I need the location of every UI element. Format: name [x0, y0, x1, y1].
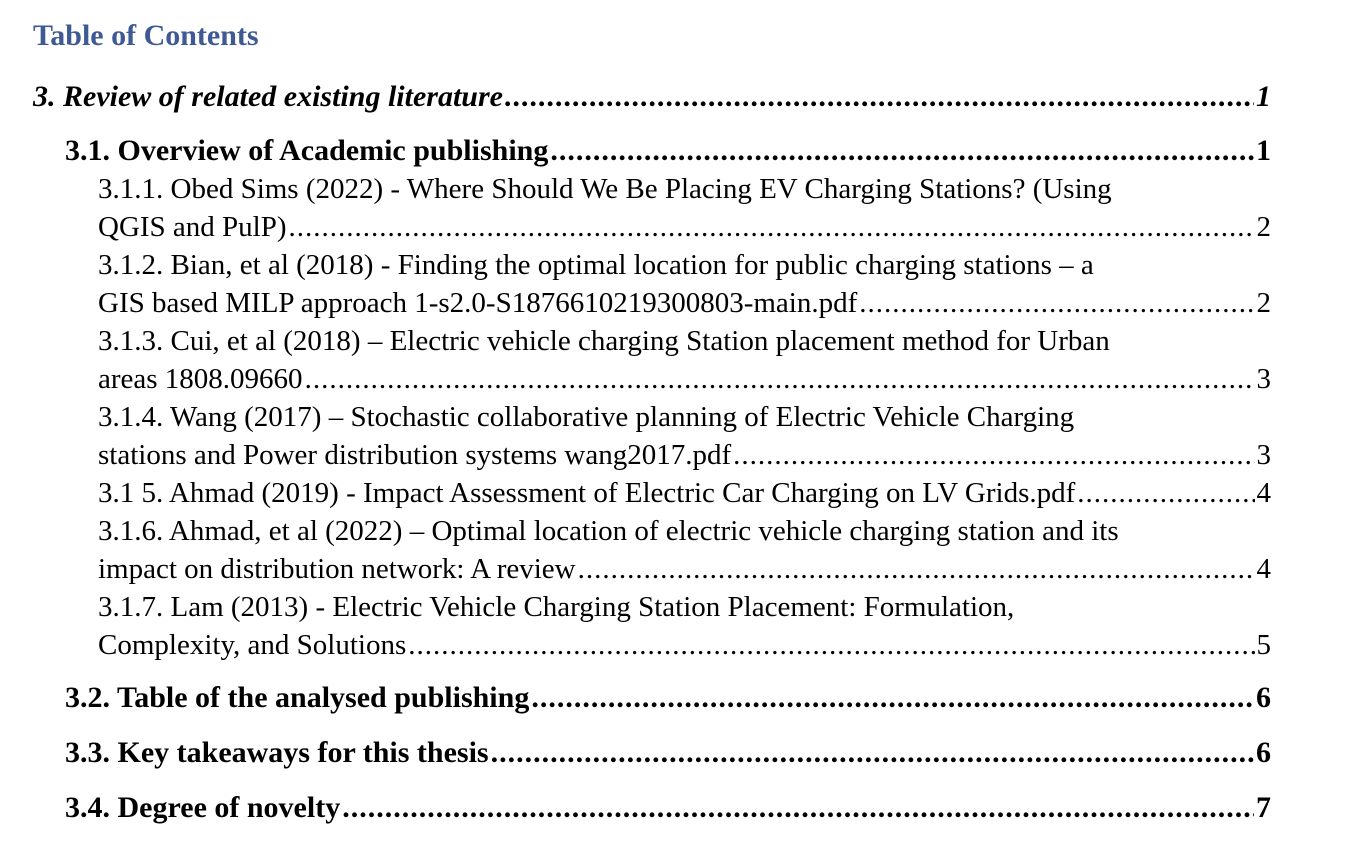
dot-leader	[578, 550, 1255, 588]
toc-entry-3-1-4[interactable]: 3.1.4. Wang (2017) – Stochastic collabor…	[98, 398, 1271, 474]
toc-entry-text-line1: 3.1.1. Obed Sims (2022) - Where Should W…	[98, 173, 1112, 205]
toc-entry-degree-of-novelty[interactable]: 3.4. Degree of novelty 7	[65, 789, 1271, 827]
toc-entry-text: 3.4. Degree of novelty	[65, 791, 341, 824]
toc-entry-3-1-5[interactable]: 3.1 5. Ahmad (2019) - Impact Assessment …	[98, 474, 1271, 512]
toc-page-number: 1	[1256, 134, 1271, 167]
toc-entry-text: areas 1808.09660	[98, 363, 303, 395]
toc-entry-text: stations and Power distribution systems …	[98, 439, 732, 471]
toc-entry-text: 3. Review of related existing literature	[33, 80, 503, 113]
toc-entry-text-line1: 3.1.3. Cui, et al (2018) – Electric vehi…	[98, 325, 1110, 357]
toc-entry-text: 3.2. Table of the analysed publishing	[65, 681, 530, 714]
toc-heading: Table of Contents	[33, 19, 259, 52]
toc-page-number: 6	[1256, 681, 1271, 714]
toc-entry-text: QGIS and PulP)	[98, 211, 287, 243]
dot-leader	[289, 208, 1255, 246]
toc-page-number: 4	[1256, 553, 1272, 585]
toc-page-number: 1	[1256, 80, 1271, 113]
toc-page-number: 4	[1256, 477, 1272, 509]
toc-entry-key-takeaways[interactable]: 3.3. Key takeaways for this thesis 6	[65, 734, 1271, 772]
toc-entry-3-1-2[interactable]: 3.1.2. Bian, et al (2018) - Finding the …	[98, 246, 1271, 322]
dot-leader	[1077, 474, 1254, 512]
toc-entry-text: impact on distribution network: A review	[98, 553, 576, 585]
toc-entry-text: 3.1. Overview of Academic publishing	[65, 134, 549, 167]
toc-entry-text-line1: 3.1.4. Wang (2017) – Stochastic collabor…	[98, 401, 1075, 433]
toc-entry-text-line1: 3.1.6. Ahmad, et al (2022) – Optimal loc…	[98, 515, 1119, 547]
document-page: Table of Contents 3. Review of related e…	[0, 0, 1346, 862]
toc-entry-text: 3.1 5. Ahmad (2019) - Impact Assessment …	[98, 477, 1076, 509]
dot-leader	[733, 436, 1254, 474]
toc-entry-3-1-7[interactable]: 3.1.7. Lam (2013) - Electric Vehicle Cha…	[98, 588, 1271, 664]
toc-page-number: 2	[1256, 287, 1272, 319]
toc-page-number: 6	[1256, 736, 1271, 769]
dot-leader	[342, 789, 1254, 827]
dot-leader	[531, 679, 1254, 717]
toc-entry-table-analysed-publishing[interactable]: 3.2. Table of the analysed publishing 6	[65, 679, 1271, 717]
dot-leader	[305, 360, 1255, 398]
dot-leader	[505, 78, 1254, 116]
dot-leader	[859, 284, 1254, 322]
dot-leader	[491, 734, 1254, 772]
toc-entry-review-literature[interactable]: 3. Review of related existing literature…	[33, 78, 1271, 116]
dot-leader	[408, 626, 1254, 664]
toc-entry-overview-academic-publishing[interactable]: 3.1. Overview of Academic publishing 1	[65, 132, 1271, 170]
toc-page-number: 7	[1256, 791, 1271, 824]
toc-entry-text: GIS based MILP approach 1-s2.0-S18766102…	[98, 287, 858, 319]
toc-entry-3-1-3[interactable]: 3.1.3. Cui, et al (2018) – Electric vehi…	[98, 322, 1271, 398]
toc-page-number: 5	[1256, 629, 1272, 661]
toc-entry-3-1-6[interactable]: 3.1.6. Ahmad, et al (2022) – Optimal loc…	[98, 512, 1271, 588]
toc-page-number: 3	[1256, 439, 1272, 471]
toc-entry-text-line1: 3.1.2. Bian, et al (2018) - Finding the …	[98, 249, 1094, 281]
toc-entry-text: 3.3. Key takeaways for this thesis	[65, 736, 489, 769]
dot-leader	[550, 132, 1254, 170]
toc-entry-text: Complexity, and Solutions	[98, 629, 407, 661]
toc-entry-text-line1: 3.1.7. Lam (2013) - Electric Vehicle Cha…	[98, 591, 1015, 623]
toc-page-number: 2	[1256, 211, 1272, 243]
toc-entry-3-1-1[interactable]: 3.1.1. Obed Sims (2022) - Where Should W…	[98, 170, 1271, 246]
toc-page-number: 3	[1256, 363, 1272, 395]
